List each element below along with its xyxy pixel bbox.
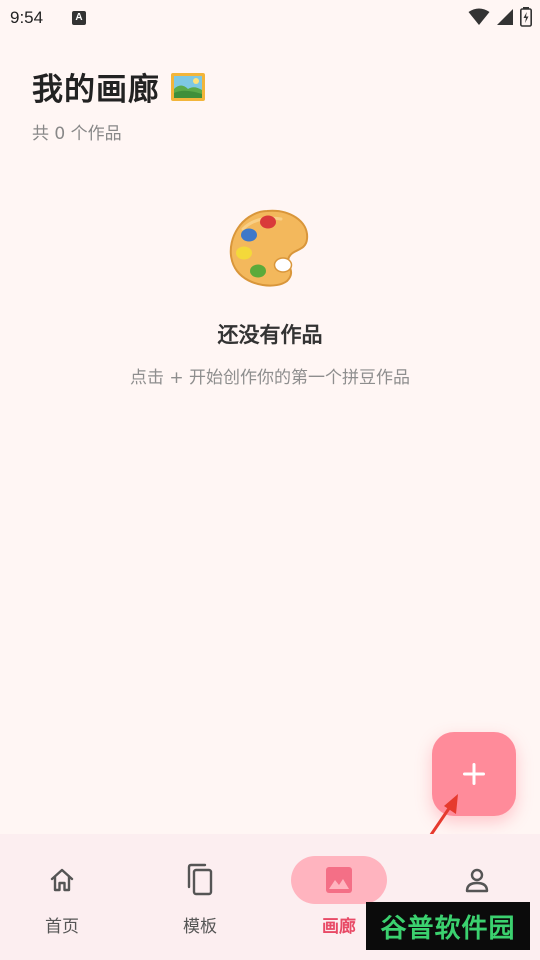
home-icon bbox=[50, 868, 74, 892]
person-icon bbox=[465, 868, 489, 893]
status-bar: 9:54 A bbox=[0, 0, 540, 36]
works-count: 共 0 个作品 bbox=[32, 124, 122, 144]
nav-item-home[interactable]: 首页 bbox=[2, 856, 122, 946]
signal-icon bbox=[497, 9, 513, 25]
notification-icon: A bbox=[72, 11, 86, 25]
status-icons bbox=[468, 7, 532, 27]
plus-icon bbox=[463, 763, 485, 785]
battery-icon bbox=[520, 7, 532, 27]
palette-icon bbox=[229, 209, 309, 287]
empty-title: 还没有作品 bbox=[217, 323, 323, 347]
empty-state: 还没有作品 点击 + 开始创作你的第一个拼豆作品 bbox=[0, 205, 540, 388]
page-title-text: 我的画廊 bbox=[32, 72, 160, 108]
framed-picture-icon bbox=[171, 72, 205, 101]
page-title: 我的画廊 bbox=[32, 64, 206, 109]
status-time: 9:54 bbox=[10, 8, 44, 27]
nav-label-templates: 模板 bbox=[183, 917, 217, 937]
empty-description: 点击 + 开始创作你的第一个拼豆作品 bbox=[129, 368, 411, 388]
watermark: 谷普软件园 bbox=[366, 902, 530, 950]
wifi-icon bbox=[468, 8, 490, 25]
image-icon bbox=[326, 867, 352, 893]
nav-item-templates[interactable]: 模板 bbox=[140, 856, 260, 946]
nav-label-home: 首页 bbox=[45, 917, 79, 937]
copy-icon bbox=[187, 863, 213, 896]
watermark-text: 谷普软件园 bbox=[380, 913, 516, 944]
